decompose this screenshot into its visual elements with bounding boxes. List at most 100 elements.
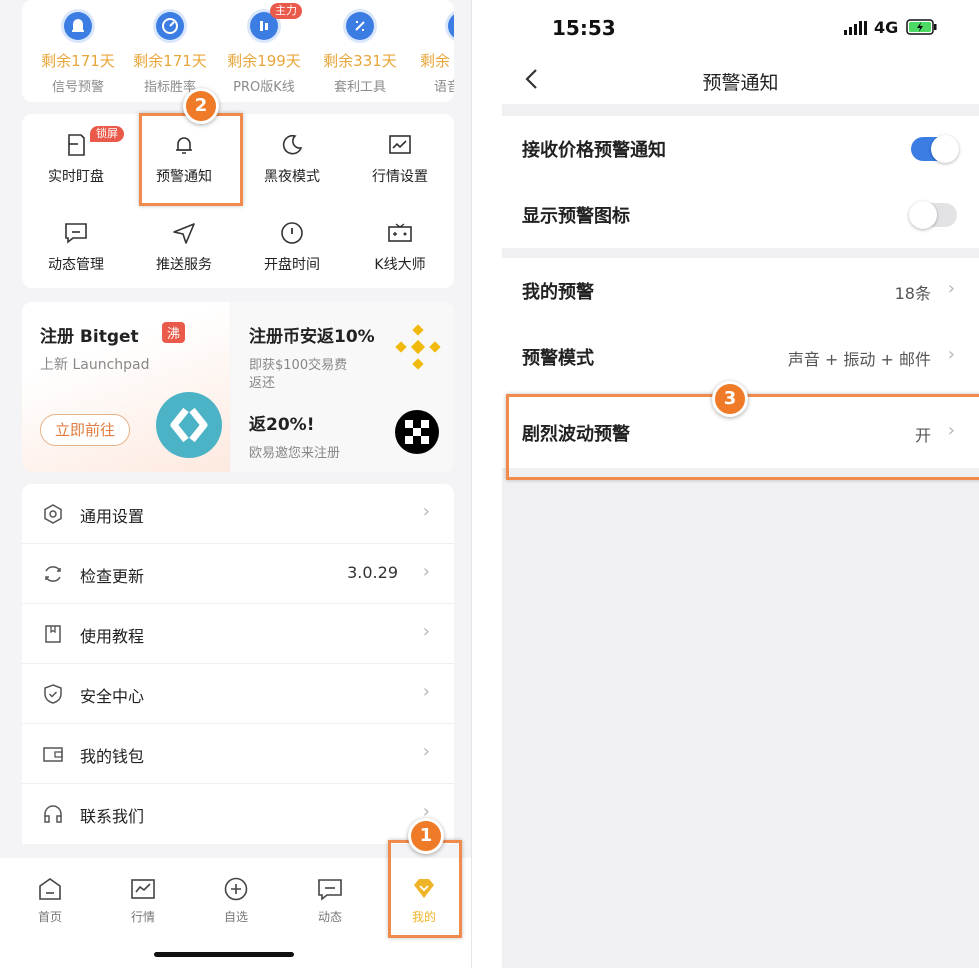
gamepad-icon [388, 223, 412, 242]
menu-item-tutorial[interactable]: 使用教程 › [22, 604, 454, 664]
status-time: 15:53 [552, 16, 616, 40]
bitget-promo[interactable]: 注册 Bitget 沸 上新 Launchpad 立即前往 [22, 302, 230, 472]
alarm-icon [64, 12, 92, 40]
home-icon [39, 878, 61, 900]
go-now-button[interactable]: 立即前往 [40, 414, 130, 446]
target-icon [156, 12, 184, 40]
alert-count: 18条 [894, 284, 931, 303]
lock-screen-tag: 锁屏 [90, 126, 124, 142]
setting-receive-price-alerts: 接收价格预警通知 [502, 116, 979, 182]
chevron-right-icon: › [422, 561, 430, 582]
toggle-knob [931, 135, 959, 163]
show-alert-icon-toggle[interactable] [909, 201, 957, 229]
subscription-days: 剩余199天 [227, 52, 301, 70]
setting-label: 接收价格预警通知 [522, 140, 666, 161]
subscription-name: 套利工具 [333, 80, 386, 95]
feed-icon [318, 879, 342, 901]
market-icon [131, 879, 155, 899]
menu-item-general-settings[interactable]: 通用设置 › [22, 484, 454, 544]
subscription-days: 剩余171天 [133, 52, 207, 70]
bitget-logo [156, 392, 222, 458]
setting-my-alerts[interactable]: 我的预警 18条 › [502, 258, 979, 324]
exchange-promo[interactable]: 注册币安返10% 即获$100交易费 返还 返20%! 欧易邀您来注册 [231, 302, 454, 472]
menu-label: 检查更新 [80, 567, 145, 586]
settings-icon [44, 504, 62, 524]
home-indicator [154, 952, 294, 957]
app-version: 3.0.29 [347, 563, 398, 582]
grid-item-feed-management[interactable]: 动态管理 [22, 202, 130, 282]
menu-label: 通用设置 [80, 507, 145, 526]
step-badge: 1 [408, 818, 444, 854]
right-screen: 15:53 4G 预警通知 接收价格预警通知 显示预警图标 我的预警 18条 ›… [502, 0, 979, 968]
navigation-bar: 预警通知 [502, 56, 979, 104]
hot-tag: 沸 [162, 322, 186, 343]
refresh-icon [45, 566, 61, 582]
page-title: 预警通知 [702, 72, 779, 94]
okx-title: 返20%! [249, 415, 315, 435]
network-type: 4G [874, 18, 899, 37]
status-bar: 15:53 4G [502, 0, 979, 56]
subscription-days: 剩余331天 [323, 52, 397, 70]
setting-label: 预警模式 [522, 348, 594, 369]
moon-icon [282, 134, 303, 155]
binance-subtitle: 即获$100交易费 [249, 358, 348, 373]
settings-menu: 通用设置 › 检查更新 3.0.29 › 使用教程 › 安全中心 › 我的钱包 … [22, 484, 454, 844]
subscription-name: PRO版K线 [233, 80, 295, 95]
tab-feed[interactable]: 动态 [290, 876, 370, 925]
chevron-right-icon: › [422, 681, 430, 702]
subscription-item[interactable]: 剩余171天 信号预警 [28, 0, 128, 100]
left-screen: 剩余171天 信号预警 剩余171天 指标胜率 主力 剩余199天 PRO版K线… [0, 0, 472, 968]
subscription-item[interactable]: 剩余331天 套利工具 [310, 0, 410, 100]
setting-label: 显示预警图标 [522, 206, 630, 227]
binance-subtitle-2: 返还 [249, 376, 276, 391]
tab-label: 动态 [317, 910, 342, 924]
tab-market[interactable]: 行情 [103, 876, 183, 925]
menu-label: 使用教程 [80, 627, 145, 646]
menu-item-wallet[interactable]: 我的钱包 › [22, 724, 454, 784]
grid-item-kline-master[interactable]: K线大师 [346, 202, 454, 282]
setting-label: 我的预警 [522, 282, 594, 303]
subscription-tag: 主力 [270, 3, 302, 19]
setting-show-alert-icon: 显示预警图标 [502, 182, 979, 248]
grid-item-label: 推送服务 [156, 257, 212, 273]
grid-item-label: 行情设置 [372, 169, 428, 185]
menu-item-contact-us[interactable]: 联系我们 › [22, 784, 454, 844]
subscription-item[interactable]: 主力 剩余199天 PRO版K线 [214, 0, 314, 100]
battery-icon [906, 19, 938, 35]
alert-mode-value: 声音 + 振动 + 邮件 [787, 350, 931, 369]
book-icon [45, 625, 61, 643]
menu-label: 我的钱包 [80, 747, 145, 766]
grid-item-market-settings[interactable]: 行情设置 [346, 114, 454, 194]
clock-icon [281, 222, 303, 244]
chevron-right-icon: › [947, 344, 955, 365]
tab-label: 首页 [37, 910, 62, 924]
grid-item-push-service[interactable]: 推送服务 [130, 202, 238, 282]
binance-logo [393, 322, 443, 372]
bitget-subtitle: 上新 Launchpad [40, 357, 150, 373]
chevron-right-icon: › [422, 741, 430, 762]
menu-item-security-center[interactable]: 安全中心 › [22, 664, 454, 724]
receive-alerts-toggle[interactable] [911, 135, 959, 163]
subscriptions-card: 剩余171天 信号预警 剩余171天 指标胜率 主力 剩余199天 PRO版K线… [22, 0, 454, 102]
chart-icon [389, 135, 411, 154]
tab-label: 行情 [130, 910, 155, 924]
toggle-knob [909, 201, 937, 229]
step-badge: 3 [712, 381, 748, 417]
highlight-box-mine-tab [388, 840, 462, 938]
send-icon [173, 223, 195, 244]
menu-item-check-update[interactable]: 检查更新 3.0.29 › [22, 544, 454, 604]
monitor-icon [68, 134, 85, 156]
arbitrage-icon [346, 12, 374, 40]
add-circle-icon [224, 877, 248, 901]
grid-item-opening-hours[interactable]: 开盘时间 [238, 202, 346, 282]
grid-item-dark-mode[interactable]: 黑夜模式 [238, 114, 346, 194]
subscription-name: 语音 [434, 80, 454, 95]
tab-label: 自选 [223, 910, 248, 924]
okx-subtitle: 欧易邀您来注册 [249, 446, 341, 461]
subscription-item[interactable]: 剩余 语音 [402, 0, 454, 100]
tab-watchlist[interactable]: 自选 [196, 876, 276, 925]
grid-item-realtime-monitor[interactable]: 锁屏 实时盯盘 [22, 114, 130, 194]
subscription-item[interactable]: 剩余171天 指标胜率 [120, 0, 220, 100]
tab-home[interactable]: 首页 [10, 876, 90, 925]
setting-alert-mode[interactable]: 预警模式 声音 + 振动 + 邮件 › [502, 324, 979, 390]
